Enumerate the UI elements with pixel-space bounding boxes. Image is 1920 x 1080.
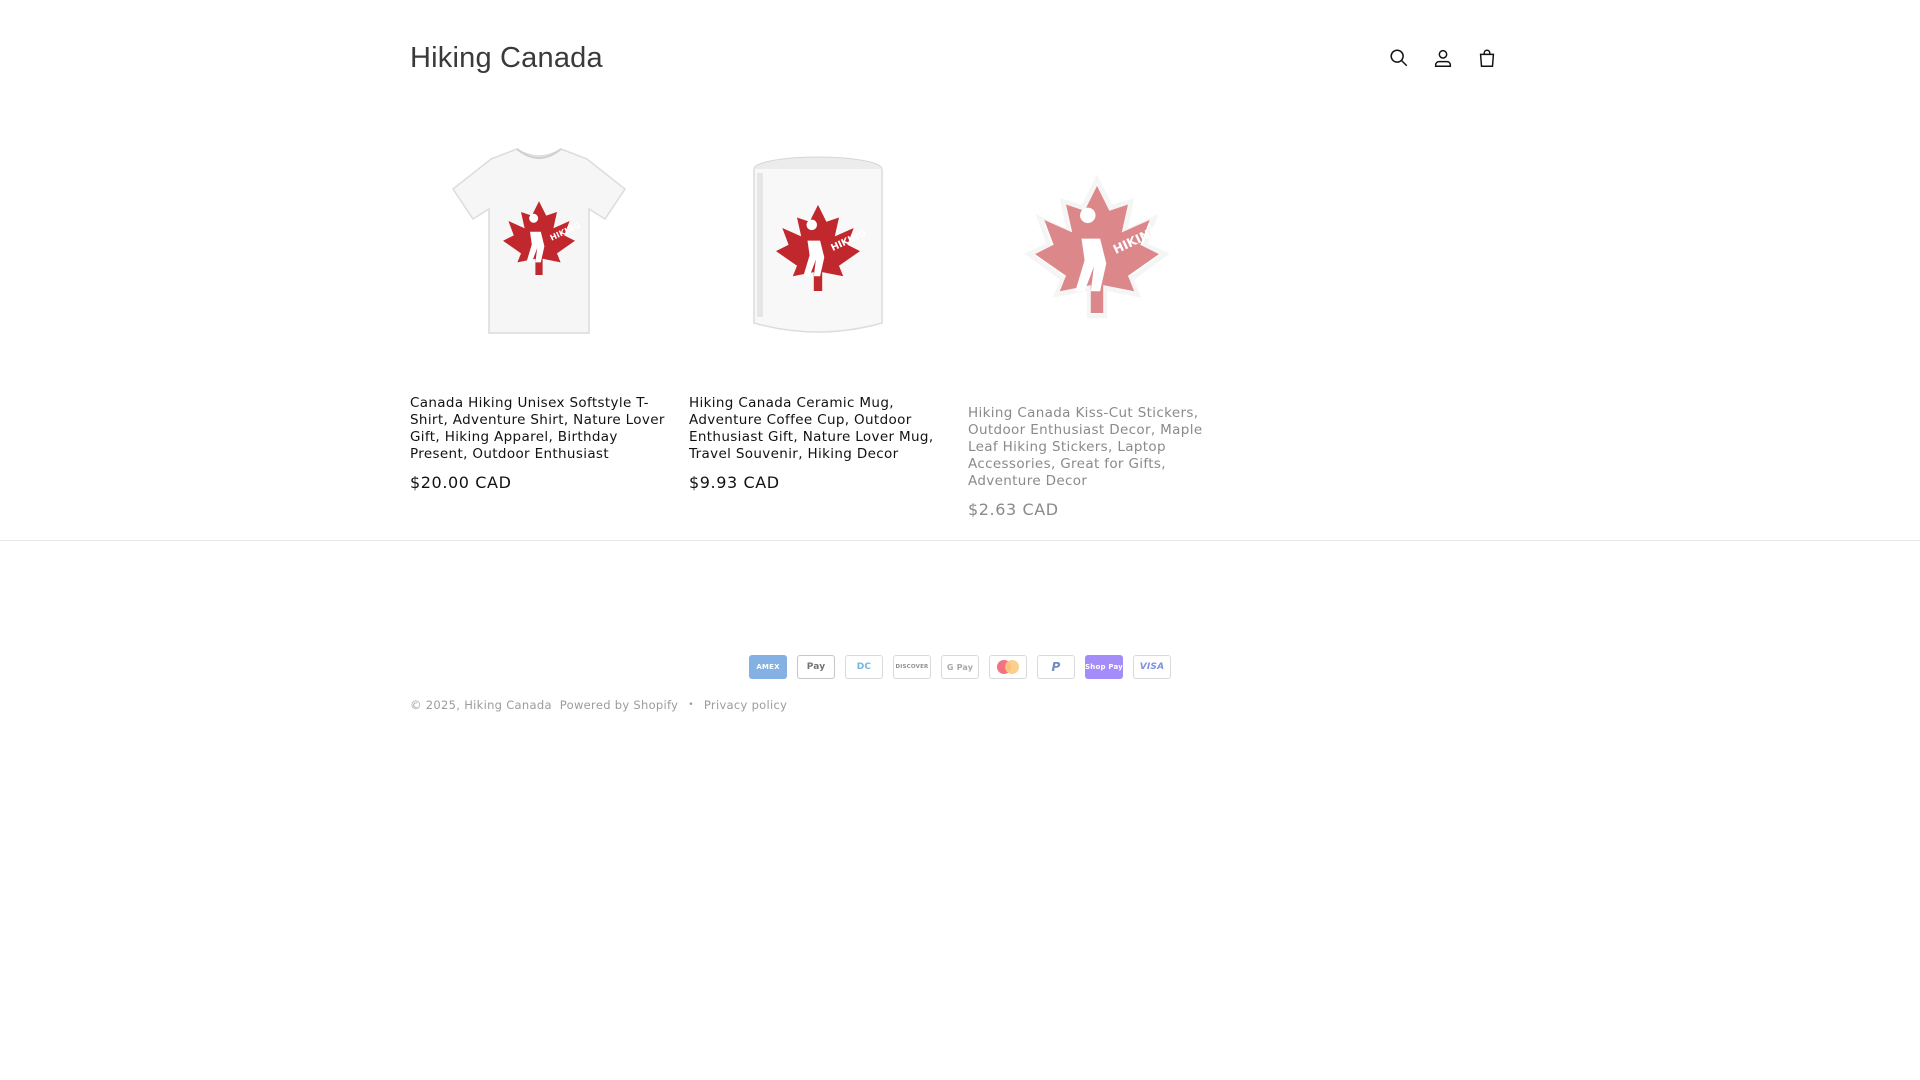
- mastercard-icon: [989, 655, 1027, 679]
- amex-icon: AMEX: [749, 655, 787, 679]
- payment-icons: AMEX Pay DC DISCOVER G Pay P Shop Pay VI…: [749, 655, 1171, 679]
- product-image-tshirt[interactable]: HIKING: [410, 108, 667, 365]
- visa-icon: VISA: [1133, 655, 1171, 679]
- account-button[interactable]: [1427, 42, 1459, 74]
- copyright-text: © 2025,: [410, 698, 461, 712]
- product-title[interactable]: Hiking Canada Ceramic Mug, Adventure Cof…: [689, 395, 946, 463]
- google-pay-icon: G Pay: [941, 655, 979, 679]
- product-image-mug[interactable]: HIKING: [689, 108, 946, 365]
- product-price: $9.93 CAD: [689, 473, 780, 492]
- product-price: $2.63 CAD: [968, 500, 1059, 519]
- site-logo-link[interactable]: Hiking Canada: [410, 42, 603, 75]
- apple-pay-icon: Pay: [797, 655, 835, 679]
- footer-meta: © 2025, Hiking Canada Powered by Shopify…: [410, 698, 787, 712]
- shop-pay-icon: Shop Pay: [1085, 655, 1123, 679]
- product-card[interactable]: HIKING Hiking Canada Kiss-Cut Stickers, …: [968, 108, 1225, 519]
- privacy-policy-link[interactable]: Privacy policy: [704, 698, 787, 712]
- footer-divider: [0, 540, 1920, 541]
- product-title[interactable]: Hiking Canada Kiss-Cut Stickers, Outdoor…: [968, 405, 1225, 490]
- header-icons: [1383, 42, 1503, 74]
- product-grid: HIKING Canada Hiking Unisex Softstyle T-…: [410, 108, 1225, 519]
- product-image-sticker[interactable]: HIKING: [968, 108, 1225, 365]
- product-card[interactable]: HIKING Canada Hiking Unisex Softstyle T-…: [410, 108, 667, 519]
- product-card[interactable]: HIKING Hiking Canada Ceramic Mug, Advent…: [689, 108, 946, 519]
- product-price: $20.00 CAD: [410, 473, 512, 492]
- site-header: Hiking Canada: [410, 36, 1503, 80]
- account-icon: [1434, 49, 1452, 67]
- paypal-icon: P: [1037, 655, 1075, 679]
- search-button[interactable]: [1383, 42, 1415, 74]
- separator-dot: •: [688, 700, 694, 710]
- search-icon: [1390, 49, 1408, 67]
- cart-icon: [1479, 49, 1495, 67]
- discover-icon: DISCOVER: [893, 655, 931, 679]
- product-title[interactable]: Canada Hiking Unisex Softstyle T-Shirt, …: [410, 395, 667, 463]
- cart-button[interactable]: [1471, 42, 1503, 74]
- powered-by-shopify-link[interactable]: Powered by Shopify: [560, 698, 678, 712]
- footer-store-link[interactable]: Hiking Canada: [464, 698, 552, 712]
- diners-club-icon: DC: [845, 655, 883, 679]
